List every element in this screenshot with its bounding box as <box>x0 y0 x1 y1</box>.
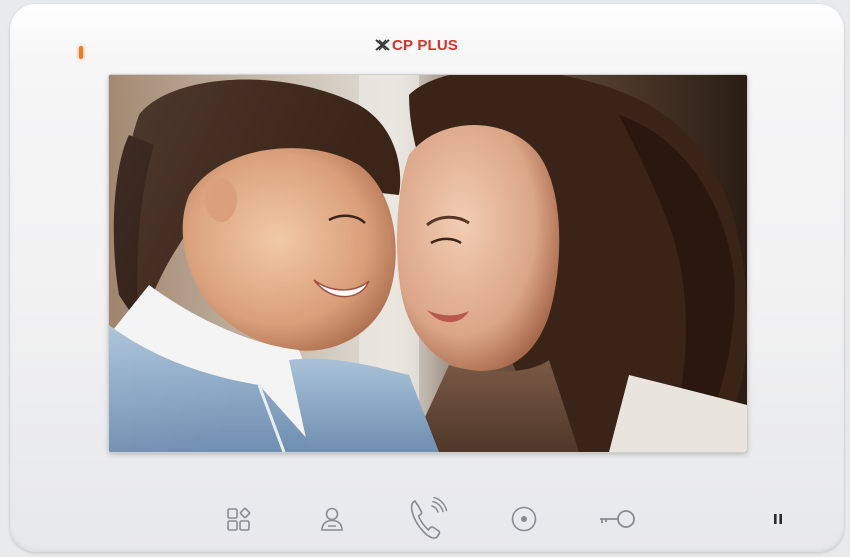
person-icon <box>321 507 343 531</box>
display-screen[interactable] <box>109 75 747 452</box>
cp-plus-logo-icon <box>375 39 390 51</box>
camera-feed-image <box>109 75 747 452</box>
phone-ring-icon <box>410 497 448 539</box>
menu-button[interactable] <box>222 494 256 544</box>
monitor-button[interactable] <box>315 494 349 544</box>
key-icon <box>600 510 635 528</box>
record-icon <box>511 506 537 532</box>
power-led-indicator <box>79 46 83 59</box>
record-button[interactable] <box>507 494 541 544</box>
intercom-monitor: CP PLUS <box>10 4 844 552</box>
call-button[interactable] <box>406 494 450 544</box>
brand-name: CP PLUS <box>392 36 459 54</box>
pause-button[interactable] <box>768 494 788 544</box>
menu-grid-icon <box>227 507 251 531</box>
unlock-button[interactable] <box>595 494 639 544</box>
button-bar <box>10 494 844 544</box>
brand-logo: CP PLUS <box>375 34 458 56</box>
pause-icon <box>774 514 782 524</box>
